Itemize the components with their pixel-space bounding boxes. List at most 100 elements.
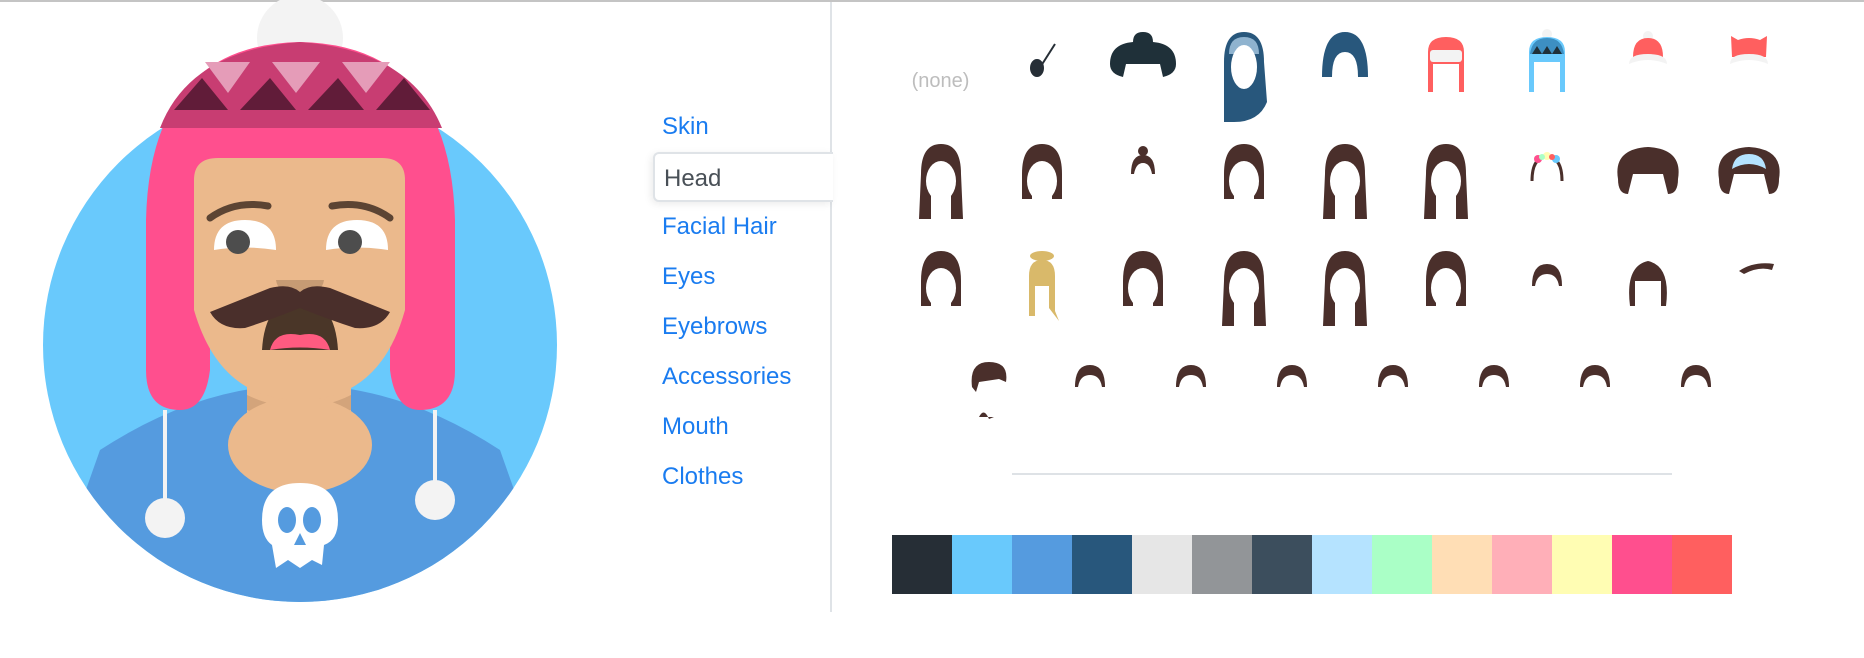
nav-item-mouth[interactable]: Mouth [653,402,833,452]
quiff-icon [1377,364,1408,387]
options-row: (none) [890,18,1800,125]
nav-item-head[interactable]: Head [653,152,833,202]
options-row [890,232,1800,339]
head-option-curly-bob[interactable] [1193,125,1294,232]
head-option-beanie-red[interactable] [1597,18,1698,125]
head-option-flower-crown[interactable] [1496,125,1597,232]
head-option-short-bob[interactable] [890,232,991,339]
short-3-icon [1276,364,1307,387]
avatar-preview [43,0,557,602]
curly-bob-icon [1223,143,1264,201]
color-swatch[interactable] [1312,535,1372,594]
head-option-short-2[interactable] [1140,339,1241,434]
wide-hat-icon [1109,31,1176,77]
color-swatch[interactable] [1432,535,1492,594]
head-option-bob[interactable] [991,125,1092,232]
winter-hat-red-icon [1427,36,1464,92]
head-option-long-side[interactable] [1294,232,1395,339]
blonde-bun-icon [1028,250,1059,321]
head-option-dreads[interactable] [1395,125,1496,232]
head-option-short-spiky[interactable] [1496,232,1597,339]
head-option-quiff[interactable] [1342,339,1443,434]
separator [1012,473,1672,475]
head-option-bangs-bob[interactable] [1092,232,1193,339]
color-swatch[interactable] [1252,535,1312,594]
head-option-wavy-long[interactable] [890,125,991,232]
head-option-short-5[interactable] [1645,339,1746,434]
short-2-icon [1175,364,1206,387]
color-swatch[interactable] [952,535,1012,594]
turban-icon [1321,31,1368,77]
head-option-eyepatch[interactable] [991,18,1092,125]
pompom-left [145,498,185,538]
color-palette [892,535,1732,594]
bangs-bob-icon [1122,250,1163,308]
nav-item-skin[interactable]: Skin [653,102,833,152]
head-option-winter-hat-red[interactable] [1395,18,1496,125]
head-option-long-straight[interactable] [1193,232,1294,339]
options-row [890,125,1800,232]
head-option-curly-short[interactable] [1597,232,1698,339]
hijab-icon [1223,31,1267,122]
long-side-icon [1322,250,1367,326]
flower-crown-icon [1530,151,1563,181]
head-option-afro-headband[interactable] [1698,125,1799,232]
head-option-medium[interactable] [1395,232,1496,339]
none-label: (none) [911,70,970,92]
bun-icon [1130,145,1155,174]
nav-item-eyebrows[interactable]: Eyebrows [653,302,833,352]
head-option-blonde-bun[interactable] [991,232,1092,339]
winter-hat-blue-icon [1528,28,1565,92]
color-swatch[interactable] [1552,535,1612,594]
cat-beanie-icon [1729,35,1768,64]
wavy-long-icon [918,143,963,219]
color-swatch[interactable] [892,535,952,594]
face [194,158,405,400]
dreads-icon [1423,143,1468,219]
head-option-hijab[interactable] [1193,18,1294,125]
pompom-right [415,480,455,520]
head-options-grid: (none) [890,18,1800,434]
head-option-curly-long[interactable] [1294,125,1395,232]
head-option-none[interactable]: (none) [890,18,991,125]
side-swoop-icon [1738,262,1774,274]
color-swatch[interactable] [1012,535,1072,594]
beanie-red-icon [1628,30,1667,64]
head-option-bun[interactable] [1092,125,1193,232]
curly-long-icon [1322,143,1367,219]
head-option-afro[interactable] [1597,125,1698,232]
category-nav: Skin Head Facial Hair Eyes Eyebrows Accessori… [653,102,833,502]
color-swatch[interactable] [1612,535,1672,594]
short-5-icon [1680,364,1711,387]
head-option-buzz[interactable] [1443,339,1544,434]
color-swatch[interactable] [1192,535,1252,594]
nav-item-facial-hair[interactable]: Facial Hair [653,202,833,252]
head-option-turban[interactable] [1294,18,1395,125]
color-swatch[interactable] [1672,535,1732,594]
nav-item-eyes[interactable]: Eyes [653,252,833,302]
color-swatch[interactable] [1072,535,1132,594]
color-swatch[interactable] [1492,535,1552,594]
head-option-short-1[interactable] [1039,339,1140,434]
messy-icon [971,361,1006,419]
afro-icon [1616,146,1679,194]
head-option-cat-beanie[interactable] [1698,18,1799,125]
nav-item-accessories[interactable]: Accessories [653,352,833,402]
head-option-winter-hat-blue[interactable] [1496,18,1597,125]
options-row [890,339,1800,434]
color-swatch[interactable] [1372,535,1432,594]
short-spiky-icon [1531,263,1562,286]
long-straight-icon [1221,250,1266,326]
nav-item-clothes[interactable]: Clothes [653,452,833,502]
curly-short-icon [1628,260,1667,306]
color-swatch[interactable] [1132,535,1192,594]
short-bob-icon [920,250,961,308]
head-option-side-swoop[interactable] [1698,232,1799,339]
medium-icon [1425,250,1466,308]
head-option-messy[interactable] [938,339,1039,434]
buzz-icon [1478,364,1509,387]
head-option-short-3[interactable] [1241,339,1342,434]
afro-headband-icon [1717,146,1780,194]
head-option-short-4[interactable] [1544,339,1645,434]
head-option-wide-hat[interactable] [1092,18,1193,125]
